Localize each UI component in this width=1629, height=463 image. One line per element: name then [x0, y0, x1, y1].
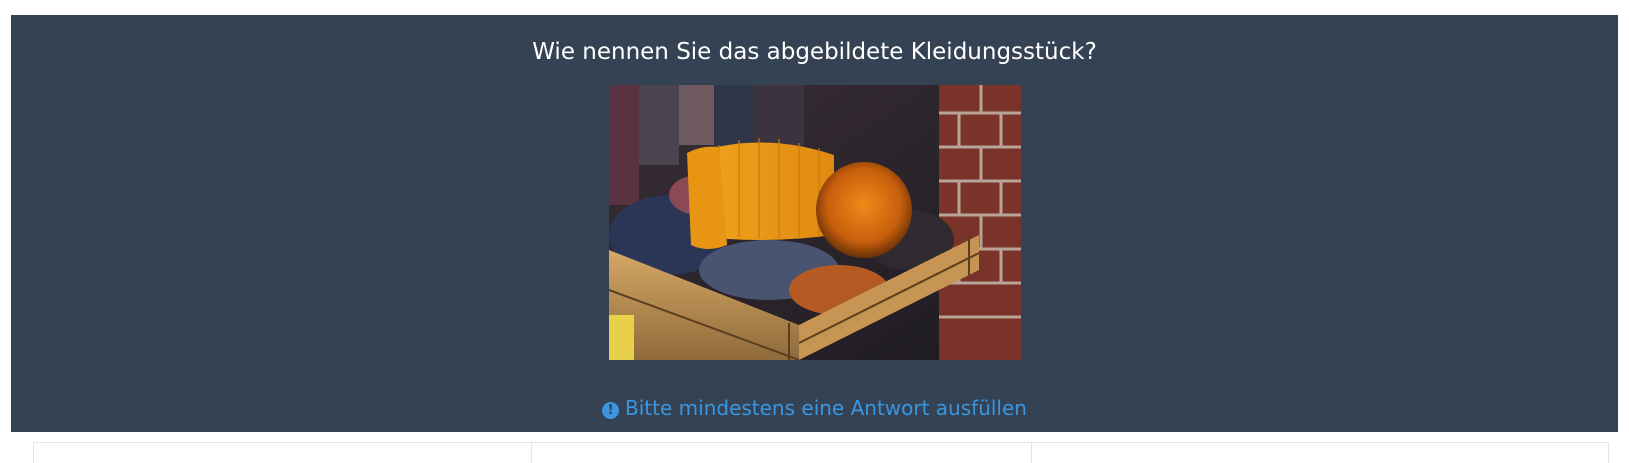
exclamation-circle-icon: ! — [602, 402, 620, 419]
validation-hint-text: Bitte mindestens eine Antwort ausfüllen — [625, 396, 1027, 420]
validation-hint: ! Bitte mindestens eine Antwort ausfüllen — [11, 395, 1618, 421]
question-image — [609, 85, 1021, 360]
answer-field-1[interactable] — [33, 442, 532, 463]
answer-area — [11, 432, 1618, 463]
answer-field-2[interactable] — [531, 442, 1032, 463]
answer-field-3[interactable] — [1031, 442, 1609, 463]
question-title: Wie nennen Sie das abgebildete Kleidungs… — [532, 39, 1097, 65]
question-panel: Wie nennen Sie das abgebildete Kleidungs… — [11, 15, 1618, 432]
